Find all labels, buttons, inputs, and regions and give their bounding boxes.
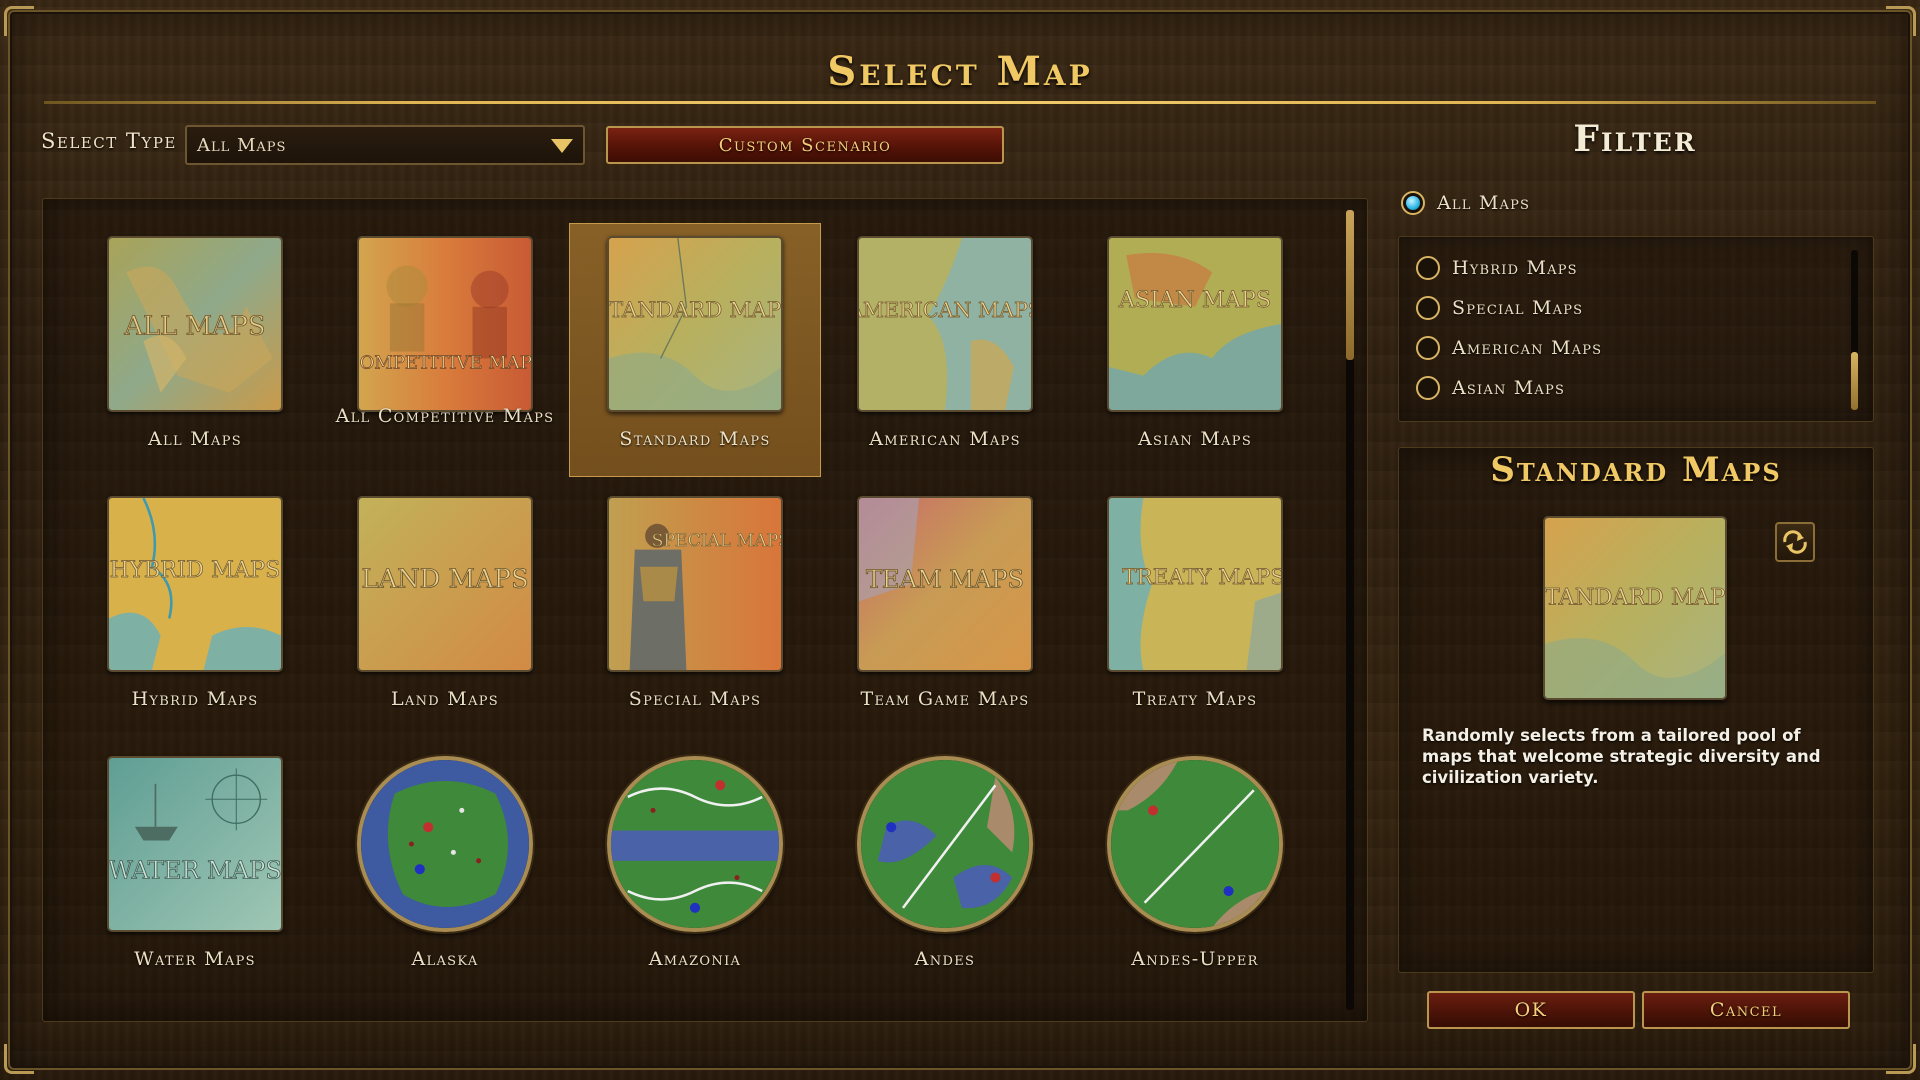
svg-text:AMERICAN MAPS: AMERICAN MAPS [859, 298, 1031, 322]
svg-text:HYBRID MAPS: HYBRID MAPS [110, 557, 281, 583]
map-thumbnail: TEAM MAPS [857, 496, 1033, 672]
filter-scrollbar[interactable] [1851, 250, 1858, 410]
filter-option-label: Special Maps [1452, 297, 1584, 319]
radio-icon [1416, 376, 1440, 400]
detail-thumbnail: STANDARD MAPS [1543, 516, 1727, 700]
map-tile-all-maps[interactable]: ALL MAPS All Maps [70, 224, 320, 476]
custom-scenario-button[interactable]: Custom Scenario [606, 126, 1004, 164]
filter-scroll-thumb[interactable] [1851, 352, 1858, 410]
map-tile-team-game-maps[interactable]: TEAM MAPS Team Game Maps [820, 484, 1070, 736]
map-grid-scrollbar[interactable] [1346, 210, 1354, 1010]
filter-option-all-maps[interactable]: All Maps [1401, 191, 1530, 215]
svg-text:ASIAN MAPS: ASIAN MAPS [1118, 287, 1272, 313]
map-tile-amazonia[interactable]: Amazonia [570, 744, 820, 996]
svg-text:TREATY MAPS: TREATY MAPS [1122, 565, 1281, 590]
map-thumbnail: ALL MAPS [107, 236, 283, 412]
radio-selected-icon [1401, 191, 1425, 215]
map-grid-scroll-thumb[interactable] [1346, 210, 1354, 360]
map-tile-label: Alaska [411, 948, 479, 970]
map-tile-special-maps[interactable]: SPECIAL MAPS Special Maps [570, 484, 820, 736]
filter-title: Filter [1573, 118, 1697, 160]
map-thumbnail: LAND MAPS [357, 496, 533, 672]
ok-button[interactable]: OK [1427, 991, 1635, 1029]
detail-title: Standard Maps [1490, 450, 1782, 490]
map-minimap [357, 756, 533, 932]
map-tile-water-maps[interactable]: WATER MAPS Water Maps [70, 744, 320, 996]
svg-text:ALL MAPS: ALL MAPS [123, 311, 265, 341]
filter-option-american-maps[interactable]: American Maps [1416, 336, 1602, 360]
map-tile-label: Andes-Upper [1131, 948, 1259, 970]
detail-description: Randomly selects from a tailored pool of… [1422, 726, 1821, 787]
map-tile-all-competitive-maps[interactable]: COMPETITIVE MAPS All Competitive Maps [320, 224, 570, 476]
corner-ornament [4, 6, 34, 36]
map-tile-label: Hybrid Maps [131, 688, 259, 710]
map-tile-hybrid-maps[interactable]: HYBRID MAPS Hybrid Maps [70, 484, 320, 736]
corner-ornament [1886, 6, 1916, 36]
map-tile-andes[interactable]: Andes [820, 744, 1070, 996]
map-tile-label: All Competitive Maps [335, 405, 555, 427]
map-tile-label: Amazonia [648, 948, 742, 970]
cancel-button[interactable]: Cancel [1642, 991, 1850, 1029]
map-thumbnail: ASIAN MAPS [1107, 236, 1283, 412]
svg-text:COMPETITIVE MAPS: COMPETITIVE MAPS [359, 353, 531, 374]
chevron-down-icon [551, 139, 573, 153]
corner-ornament [4, 1044, 34, 1074]
map-thumbnail: TREATY MAPS [1107, 496, 1283, 672]
map-tile-label: Special Maps [628, 688, 762, 710]
map-tile-label: All Maps [148, 428, 242, 450]
map-tile-label: Land Maps [390, 688, 500, 710]
svg-text:SPECIAL MAPS: SPECIAL MAPS [652, 531, 781, 551]
svg-text:LAND MAPS: LAND MAPS [361, 564, 528, 594]
map-tile-label: Standard Maps [619, 428, 771, 450]
map-tile-label: American Maps [869, 428, 1021, 450]
svg-text:STANDARD MAPS: STANDARD MAPS [1545, 584, 1725, 610]
filter-option-special-maps[interactable]: Special Maps [1416, 296, 1583, 320]
filter-option-hybrid-maps[interactable]: Hybrid Maps [1416, 256, 1578, 280]
map-tile-treaty-maps[interactable]: TREATY MAPS Treaty Maps [1070, 484, 1320, 736]
filter-option-asian-maps[interactable]: Asian Maps [1416, 376, 1565, 400]
map-minimap [857, 756, 1033, 932]
map-thumbnail: COMPETITIVE MAPS [357, 236, 533, 412]
corner-ornament [1886, 1044, 1916, 1074]
map-tile-label: Andes [914, 948, 976, 970]
filter-option-label: All Maps [1437, 192, 1531, 214]
map-tile-asian-maps[interactable]: ASIAN MAPS Asian Maps [1070, 224, 1320, 476]
map-tile-alaska[interactable]: Alaska [320, 744, 570, 996]
map-tile-label: Team Game Maps [860, 688, 1030, 710]
map-minimap [1107, 756, 1283, 932]
svg-text:STANDARD MAPS: STANDARD MAPS [609, 298, 781, 323]
select-type-dropdown[interactable]: All Maps [185, 125, 585, 165]
map-tile-label: Treaty Maps [1132, 688, 1258, 710]
dialog-title: Select Map [827, 48, 1093, 95]
radio-icon [1416, 336, 1440, 360]
select-type-value: All Maps [197, 134, 287, 156]
map-thumbnail: SPECIAL MAPS [607, 496, 783, 672]
map-tile-andes-upper[interactable]: Andes-Upper [1070, 744, 1320, 996]
map-tile-standard-maps[interactable]: STANDARD MAPS Standard Maps [570, 224, 820, 476]
select-type-label: Select Type [41, 129, 177, 153]
filter-option-label: Hybrid Maps [1452, 257, 1578, 279]
filter-option-label: American Maps [1452, 337, 1603, 359]
randomize-button[interactable] [1775, 522, 1815, 562]
svg-text:WATER MAPS: WATER MAPS [109, 856, 281, 884]
title-divider [44, 101, 1876, 104]
map-tile-label: Asian Maps [1137, 428, 1253, 450]
map-thumbnail: STANDARD MAPS [607, 236, 783, 412]
svg-text:TEAM MAPS: TEAM MAPS [866, 565, 1024, 593]
map-thumbnail: HYBRID MAPS [107, 496, 283, 672]
map-tile-american-maps[interactable]: AMERICAN MAPS American Maps [820, 224, 1070, 476]
radio-icon [1416, 296, 1440, 320]
map-minimap [607, 756, 783, 932]
shuffle-icon [1783, 530, 1807, 554]
map-thumbnail: WATER MAPS [107, 756, 283, 932]
map-tile-land-maps[interactable]: LAND MAPS Land Maps [320, 484, 570, 736]
map-thumbnail: AMERICAN MAPS [857, 236, 1033, 412]
radio-icon [1416, 256, 1440, 280]
map-tile-label: Water Maps [134, 948, 256, 970]
filter-option-label: Asian Maps [1452, 377, 1566, 399]
